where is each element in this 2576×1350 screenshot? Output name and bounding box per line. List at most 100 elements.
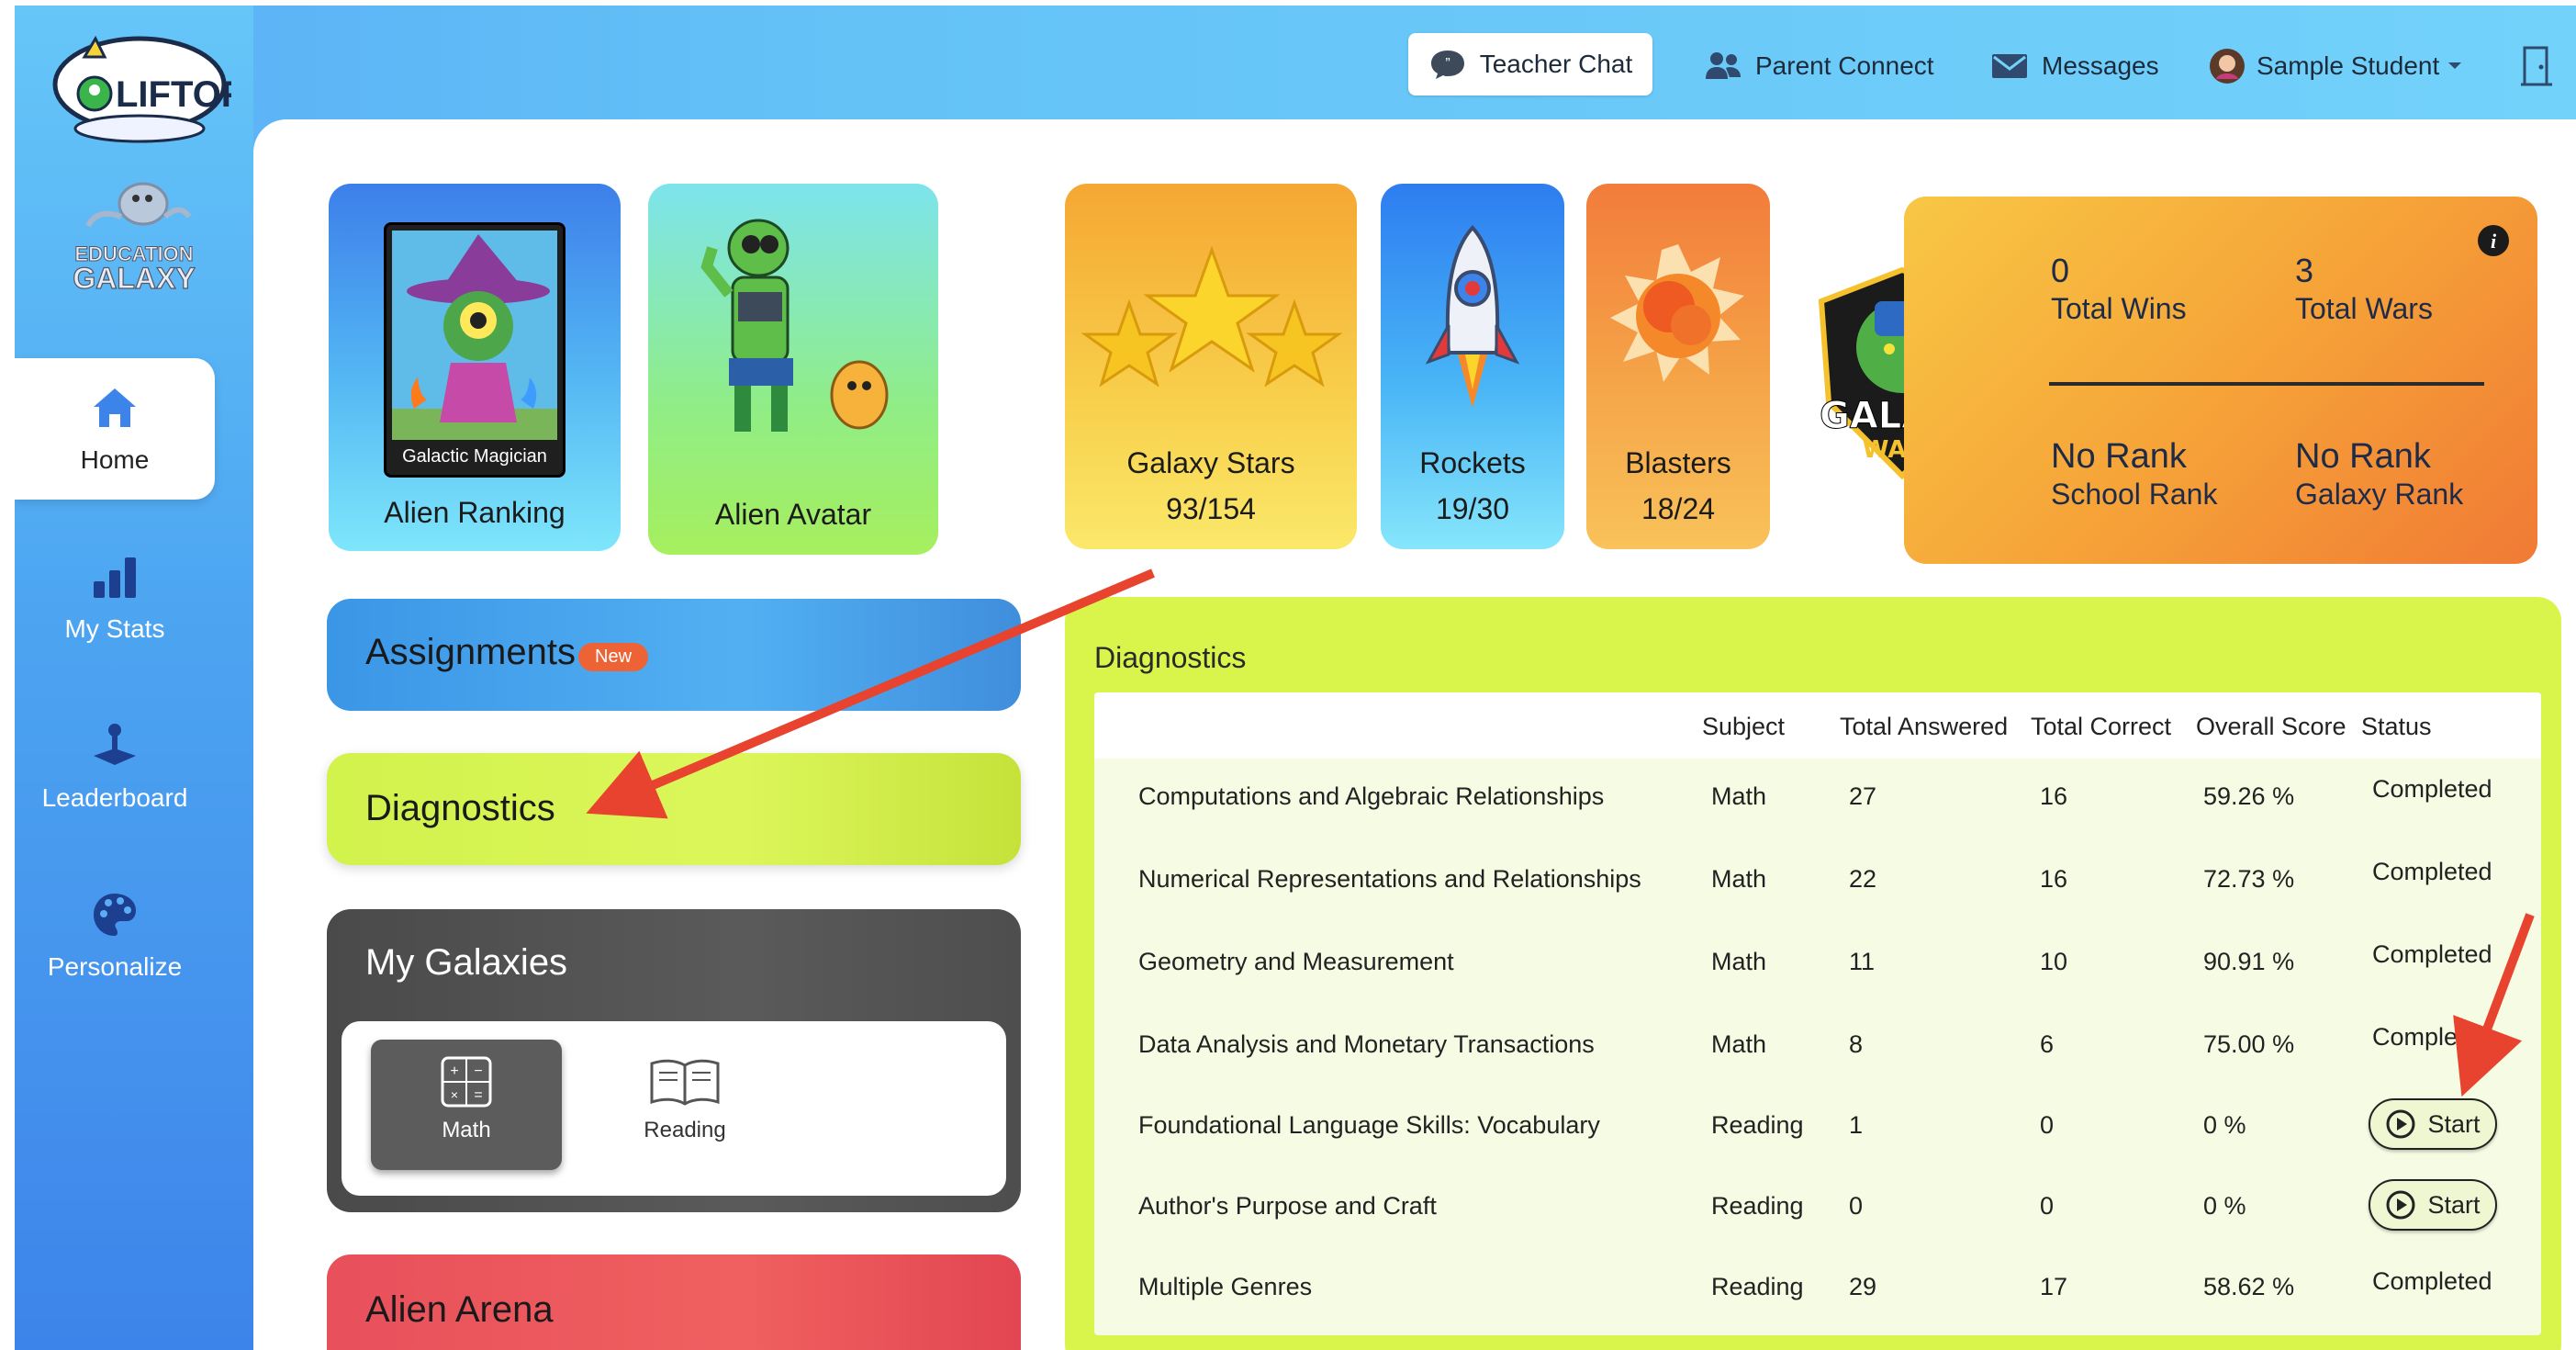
row-status: Completed <box>2372 858 2492 885</box>
sidebar-item-personalize[interactable]: Personalize <box>15 865 215 1007</box>
row-answered: 27 <box>1849 782 1877 810</box>
svg-text:LIFTOFF: LIFTOFF <box>116 74 231 115</box>
logout-button[interactable] <box>2521 39 2552 94</box>
column-header-total-answered: Total Answered <box>1840 713 2009 740</box>
diagnostics-section[interactable]: Diagnostics <box>327 753 1021 865</box>
galaxy-rank-label: Galaxy Rank <box>2295 478 2464 511</box>
row-status: Completed <box>2372 775 2492 803</box>
my-galaxies-section: My Galaxies + − × = Math Reading <box>327 909 1021 1212</box>
galaxy-math-label: Math <box>442 1118 491 1142</box>
rocket-icon <box>1425 225 1520 408</box>
bar-chart-icon <box>94 557 136 598</box>
row-subject: Math <box>1711 948 1767 975</box>
svg-text:GALAXY: GALAXY <box>73 262 195 295</box>
row-status: Completed <box>2372 940 2492 968</box>
start-button[interactable]: Start <box>2369 1098 2497 1150</box>
row-diagnostic-name: Multiple Genres <box>1138 1273 1313 1300</box>
blasters-label: Blasters <box>1625 446 1731 479</box>
sidebar-item-home[interactable]: Home <box>15 358 215 500</box>
door-exit-icon <box>2521 46 2552 86</box>
palette-icon <box>94 894 136 936</box>
rockets-label: Rockets <box>1419 446 1526 479</box>
school-rank-value: No Rank <box>2051 437 2187 476</box>
row-subject: Math <box>1711 1030 1767 1058</box>
svg-text:”: ” <box>1445 56 1450 72</box>
sidebar-item-my-stats[interactable]: My Stats <box>15 527 215 669</box>
badge-title: Galactic Magician <box>402 446 547 467</box>
total-wins-value: 0 <box>2051 252 2070 289</box>
diagnostics-panel: Diagnostics Subject Total Answered Total… <box>1065 597 2561 1350</box>
svg-text:−: − <box>474 1063 482 1079</box>
education-galaxy-logo[interactable]: EDUCATION GALAXY <box>61 171 207 299</box>
total-wars-value: 3 <box>2295 252 2314 289</box>
start-button[interactable]: Start <box>2369 1179 2497 1231</box>
play-icon <box>2386 1190 2415 1220</box>
row-diagnostic-name: Numerical Representations and Relationsh… <box>1138 865 1641 893</box>
galaxy-reading[interactable]: Reading <box>589 1040 780 1170</box>
row-score: 0 % <box>2203 1192 2246 1220</box>
alien-arena-title: Alien Arena <box>365 1289 554 1330</box>
galaxy-wars-stats-card[interactable]: i 0 Total Wins 3 Total Wars No Rank Scho… <box>1904 197 2537 564</box>
sidebar-item-label: Home <box>80 445 150 474</box>
row-status: Completed <box>2372 1267 2492 1295</box>
svg-text:+: + <box>450 1063 458 1079</box>
explosion-icon <box>1610 244 1744 382</box>
blasters-value: 18/24 <box>1641 492 1716 525</box>
stats-divider <box>2049 382 2484 386</box>
my-galaxies-title: My Galaxies <box>365 942 568 983</box>
sidebar-item-leaderboard[interactable]: Leaderboard <box>15 696 215 838</box>
row-score: 90.91 % <box>2203 948 2295 975</box>
row-correct: 16 <box>2040 865 2068 893</box>
alien-avatar-image <box>700 219 889 432</box>
blasters-card[interactable]: Blasters 18/24 <box>1586 184 1770 549</box>
row-correct: 16 <box>2040 782 2068 810</box>
row-correct: 6 <box>2040 1030 2055 1058</box>
play-icon <box>2386 1109 2415 1139</box>
alien-avatar-label: Alien Avatar <box>714 498 872 531</box>
alien-arena-section[interactable]: Alien Arena <box>327 1254 1021 1350</box>
teacher-chat-button[interactable]: ” Teacher Chat <box>1408 33 1652 96</box>
rockets-card[interactable]: Rockets 19/30 <box>1381 184 1564 549</box>
teacher-chat-label: Teacher Chat <box>1479 50 1633 78</box>
column-header-status: Status <box>2361 713 2432 740</box>
start-label: Start <box>2427 1190 2481 1219</box>
column-header-overall-score: Overall Score <box>2196 713 2346 740</box>
row-answered: 29 <box>1849 1273 1877 1300</box>
rockets-value: 19/30 <box>1435 492 1510 525</box>
assignments-section[interactable]: Assignments New <box>327 599 1021 711</box>
envelope-icon <box>1992 54 2027 78</box>
parent-connect-button[interactable]: Parent Connect <box>1704 39 1934 94</box>
app-window: LIFTOFF EDUCATION GALAXY Home <box>15 6 2576 1350</box>
sidebar-item-label: Leaderboard <box>41 783 188 812</box>
info-icon[interactable]: i <box>2477 224 2510 257</box>
column-header-total-correct: Total Correct <box>2031 713 2172 740</box>
sidebar: LIFTOFF EDUCATION GALAXY Home <box>15 6 266 1350</box>
diagnostics-panel-title: Diagnostics <box>1094 641 1247 674</box>
alien-ranking-card[interactable]: Galactic Magician Alien Ranking <box>329 184 621 551</box>
row-subject: Reading <box>1711 1111 1804 1139</box>
row-correct: 0 <box>2040 1192 2055 1220</box>
row-diagnostic-name: Geometry and Measurement <box>1138 948 1454 975</box>
user-menu[interactable]: Sample Student <box>2209 39 2463 94</box>
calculator-icon: + − × = <box>441 1056 492 1108</box>
users-icon <box>1706 52 1741 79</box>
table-header: Subject Total Answered Total Correct Ove… <box>1094 692 2541 759</box>
galaxy-stars-card[interactable]: Galaxy Stars 93/154 <box>1065 184 1357 549</box>
row-diagnostic-name: Data Analysis and Monetary Transactions <box>1138 1030 1595 1058</box>
chat-bubble-icon: ” <box>1430 51 1464 79</box>
alien-avatar-card[interactable]: Alien Avatar <box>648 184 938 555</box>
user-name: Sample Student <box>2257 51 2440 80</box>
row-diagnostic-name: Computations and Algebraic Relationships <box>1138 782 1605 810</box>
total-wins-label: Total Wins <box>2051 292 2187 325</box>
messages-button[interactable]: Messages <box>1990 39 2159 94</box>
liftoff-logo[interactable]: LIFTOFF <box>48 29 266 149</box>
start-label: Start <box>2427 1109 2481 1138</box>
galaxy-math[interactable]: + − × = Math <box>371 1040 562 1170</box>
row-score: 58.62 % <box>2203 1273 2295 1300</box>
row-correct: 10 <box>2040 948 2068 975</box>
galaxy-stars-value: 93/154 <box>1166 492 1256 525</box>
row-answered: 0 <box>1849 1192 1864 1220</box>
diagnostics-section-title: Diagnostics <box>365 788 555 828</box>
user-avatar-icon <box>2210 49 2245 84</box>
galaxy-rank-value: No Rank <box>2295 437 2431 476</box>
